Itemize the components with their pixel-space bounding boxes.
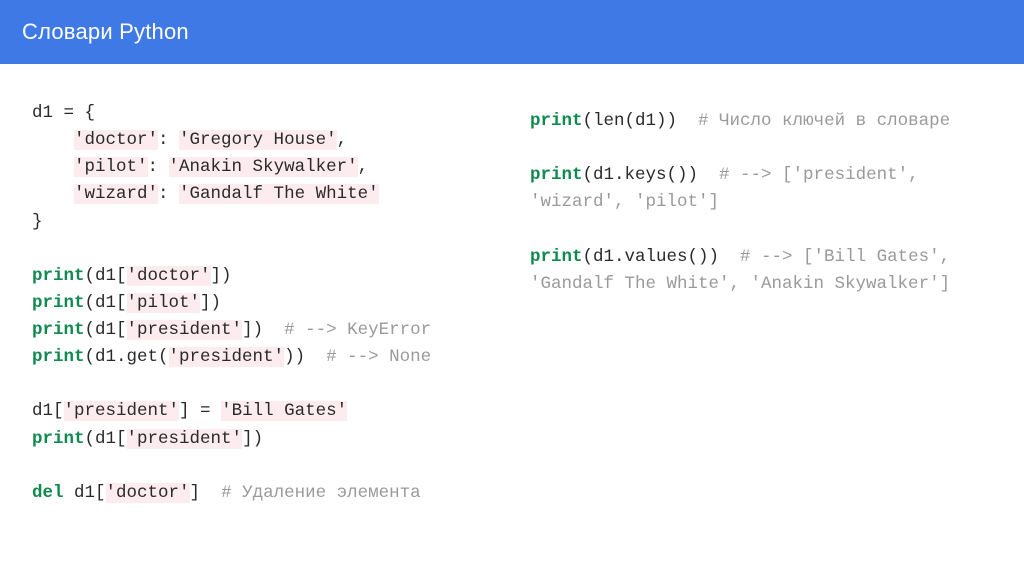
code-block-right: print(len(d1)) # Число ключей в словаре … (530, 108, 992, 298)
slide-title: Словари Python (22, 19, 189, 44)
slide-content: d1 = { 'doctor': 'Gregory House', 'pilot… (0, 64, 1024, 543)
slide-header: Словари Python (0, 0, 1024, 64)
code-block-left: d1 = { 'doctor': 'Gregory House', 'pilot… (32, 100, 494, 507)
code-column-left: d1 = { 'doctor': 'Gregory House', 'pilot… (32, 100, 494, 507)
code-column-right: print(len(d1)) # Число ключей в словаре … (530, 100, 992, 507)
